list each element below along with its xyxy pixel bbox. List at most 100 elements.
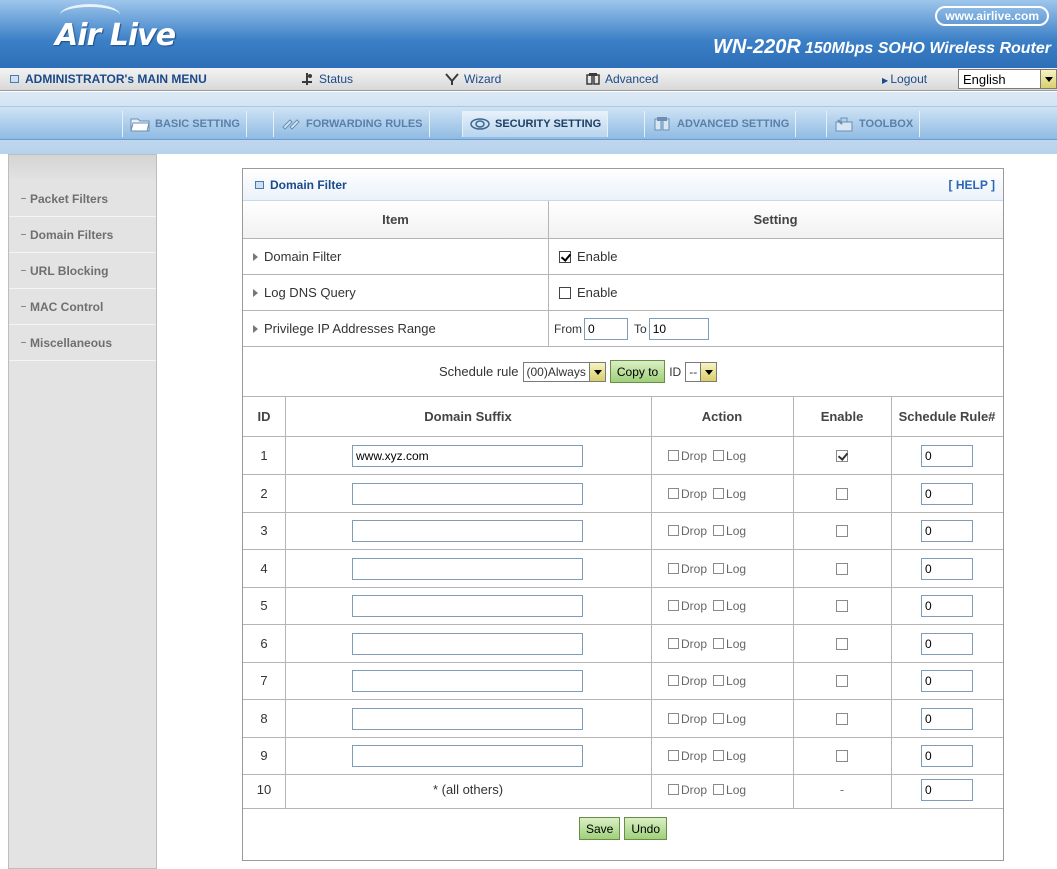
log-checkbox[interactable] <box>713 488 725 499</box>
sidebar-item-domain-filters[interactable]: Domain Filters <box>9 217 156 253</box>
row-enable-checkbox[interactable] <box>836 449 848 462</box>
row-enable-checkbox[interactable] <box>836 487 848 500</box>
suffix-cell <box>352 437 583 474</box>
domain-suffix-input[interactable] <box>352 669 583 692</box>
log-checkbox[interactable] <box>713 525 725 536</box>
sidebar-item-packet-filters[interactable]: Packet Filters <box>9 181 156 217</box>
drop-checkbox[interactable] <box>668 563 679 574</box>
sidebar-item-url-blocking[interactable]: URL Blocking <box>9 253 156 289</box>
schedule-rule-select[interactable]: (00)Always <box>522 361 606 382</box>
undo-button[interactable]: Undo <box>624 817 668 840</box>
schedule-rule-input[interactable] <box>921 519 973 542</box>
chevron-down-icon[interactable] <box>1040 70 1056 88</box>
drop-checkbox[interactable] <box>668 713 679 724</box>
schedule-rule-input[interactable] <box>921 669 973 692</box>
divider <box>793 550 794 587</box>
divider <box>793 700 794 737</box>
row-enable-checkbox[interactable] <box>836 749 848 762</box>
row-enable-checkbox[interactable] <box>836 712 848 725</box>
ip-to-input[interactable] <box>648 317 709 340</box>
drop-checkbox[interactable] <box>668 750 679 761</box>
domain-suffix-input[interactable] <box>352 444 583 467</box>
suffix-cell <box>352 737 583 774</box>
domain-suffix-input[interactable] <box>352 632 583 655</box>
enable-label: Enable <box>577 249 618 264</box>
domain-suffix-input[interactable] <box>352 707 583 730</box>
drop-checkbox[interactable] <box>668 488 679 499</box>
drop-checkbox[interactable] <box>668 600 679 611</box>
log-dns-enable-checkbox[interactable] <box>559 286 571 299</box>
ip-from-input[interactable] <box>584 317 628 340</box>
divider <box>285 475 286 512</box>
drop-checkbox[interactable] <box>668 450 679 461</box>
schedule-rule-input[interactable] <box>921 444 973 467</box>
domain-suffix-input[interactable] <box>352 557 583 580</box>
log-checkbox[interactable] <box>713 675 725 686</box>
help-link[interactable]: [ HELP ] <box>949 178 995 192</box>
sidebar-item-mac-control[interactable]: MAC Control <box>9 289 156 325</box>
log-checkbox[interactable] <box>713 450 725 461</box>
admin-main-menu-link[interactable]: ADMINISTRATOR's MAIN MENU <box>10 72 207 86</box>
action-controls: Drop Log <box>668 700 746 737</box>
log-checkbox[interactable] <box>713 713 725 724</box>
enable-cell <box>836 437 854 474</box>
log-checkbox[interactable] <box>713 784 725 795</box>
status-menu-item[interactable]: Status <box>300 72 353 86</box>
drop-checkbox[interactable] <box>668 784 679 795</box>
domain-suffix-input[interactable] <box>352 744 583 767</box>
log-checkbox[interactable] <box>713 638 725 649</box>
tab-basic-setting[interactable]: BASIC SETTING <box>122 111 247 137</box>
logout-link[interactable]: ▶ Logout <box>882 72 927 86</box>
domain-suffix-input[interactable] <box>352 519 583 542</box>
log-checkbox[interactable] <box>713 600 725 611</box>
row-enable-checkbox[interactable] <box>836 524 848 537</box>
tab-bar: BASIC SETTING FORWARDING RULES SECURITY … <box>0 106 1057 140</box>
log-dns-row: Log DNS Query Enable <box>243 275 1003 311</box>
row-enable-checkbox[interactable] <box>836 562 848 575</box>
chevron-down-icon[interactable] <box>588 362 605 381</box>
sidebar: Packet Filters Domain Filters URL Blocki… <box>8 154 157 869</box>
setting-column-header: Setting <box>753 212 798 227</box>
wizard-label: Wizard <box>464 72 502 86</box>
tab-toolbox-label: TOOLBOX <box>859 118 914 130</box>
drop-label: Drop <box>681 748 708 763</box>
domain-suffix-input[interactable] <box>352 594 583 617</box>
advanced-menu-item[interactable]: Advanced <box>586 72 658 86</box>
tab-advanced-setting[interactable]: ADVANCED SETTING <box>644 111 797 137</box>
drop-checkbox[interactable] <box>668 638 679 649</box>
schedule-rule-input[interactable] <box>921 632 973 655</box>
website-url[interactable]: www.airlive.com <box>935 6 1049 26</box>
tab-toolbox[interactable]: TOOLBOX <box>826 111 921 137</box>
copy-id-select[interactable]: -- <box>685 361 718 382</box>
log-checkbox[interactable] <box>713 563 725 574</box>
schedule-rule-input[interactable] <box>921 707 973 730</box>
wizard-menu-item[interactable]: Wizard <box>445 72 501 86</box>
copy-to-button[interactable]: Copy to <box>609 360 666 383</box>
domain-suffix-column-header: Domain Suffix <box>424 409 512 424</box>
domain-filter-enable-checkbox[interactable] <box>559 250 571 263</box>
tab-forwarding-rules-label: FORWARDING RULES <box>306 118 423 130</box>
drop-checkbox[interactable] <box>668 675 679 686</box>
schedule-rule-input[interactable] <box>921 594 973 617</box>
drop-checkbox[interactable] <box>668 525 679 536</box>
schedule-rule-input[interactable] <box>921 744 973 767</box>
row-enable-checkbox[interactable] <box>836 674 848 687</box>
chevron-down-icon[interactable] <box>700 362 717 381</box>
divider <box>793 737 794 774</box>
domain-suffix-input[interactable] <box>352 482 583 505</box>
schedule-rule-input[interactable] <box>921 778 973 801</box>
language-select[interactable]: English <box>958 69 1057 89</box>
schedule-rule-input[interactable] <box>921 482 973 505</box>
sidebar-item-miscellaneous[interactable]: Miscellaneous <box>9 325 156 361</box>
to-label: To <box>634 321 647 336</box>
advanced-icon <box>654 117 670 131</box>
save-button[interactable]: Save <box>578 817 621 840</box>
tab-security-setting[interactable]: SECURITY SETTING <box>462 111 609 137</box>
row-enable-checkbox[interactable] <box>836 637 848 650</box>
schedule-rule-input[interactable] <box>921 557 973 580</box>
row-id: 6 <box>260 636 268 651</box>
divider <box>793 512 794 549</box>
row-enable-checkbox[interactable] <box>836 599 848 612</box>
tab-forwarding-rules[interactable]: FORWARDING RULES <box>273 111 430 137</box>
log-checkbox[interactable] <box>713 750 725 761</box>
